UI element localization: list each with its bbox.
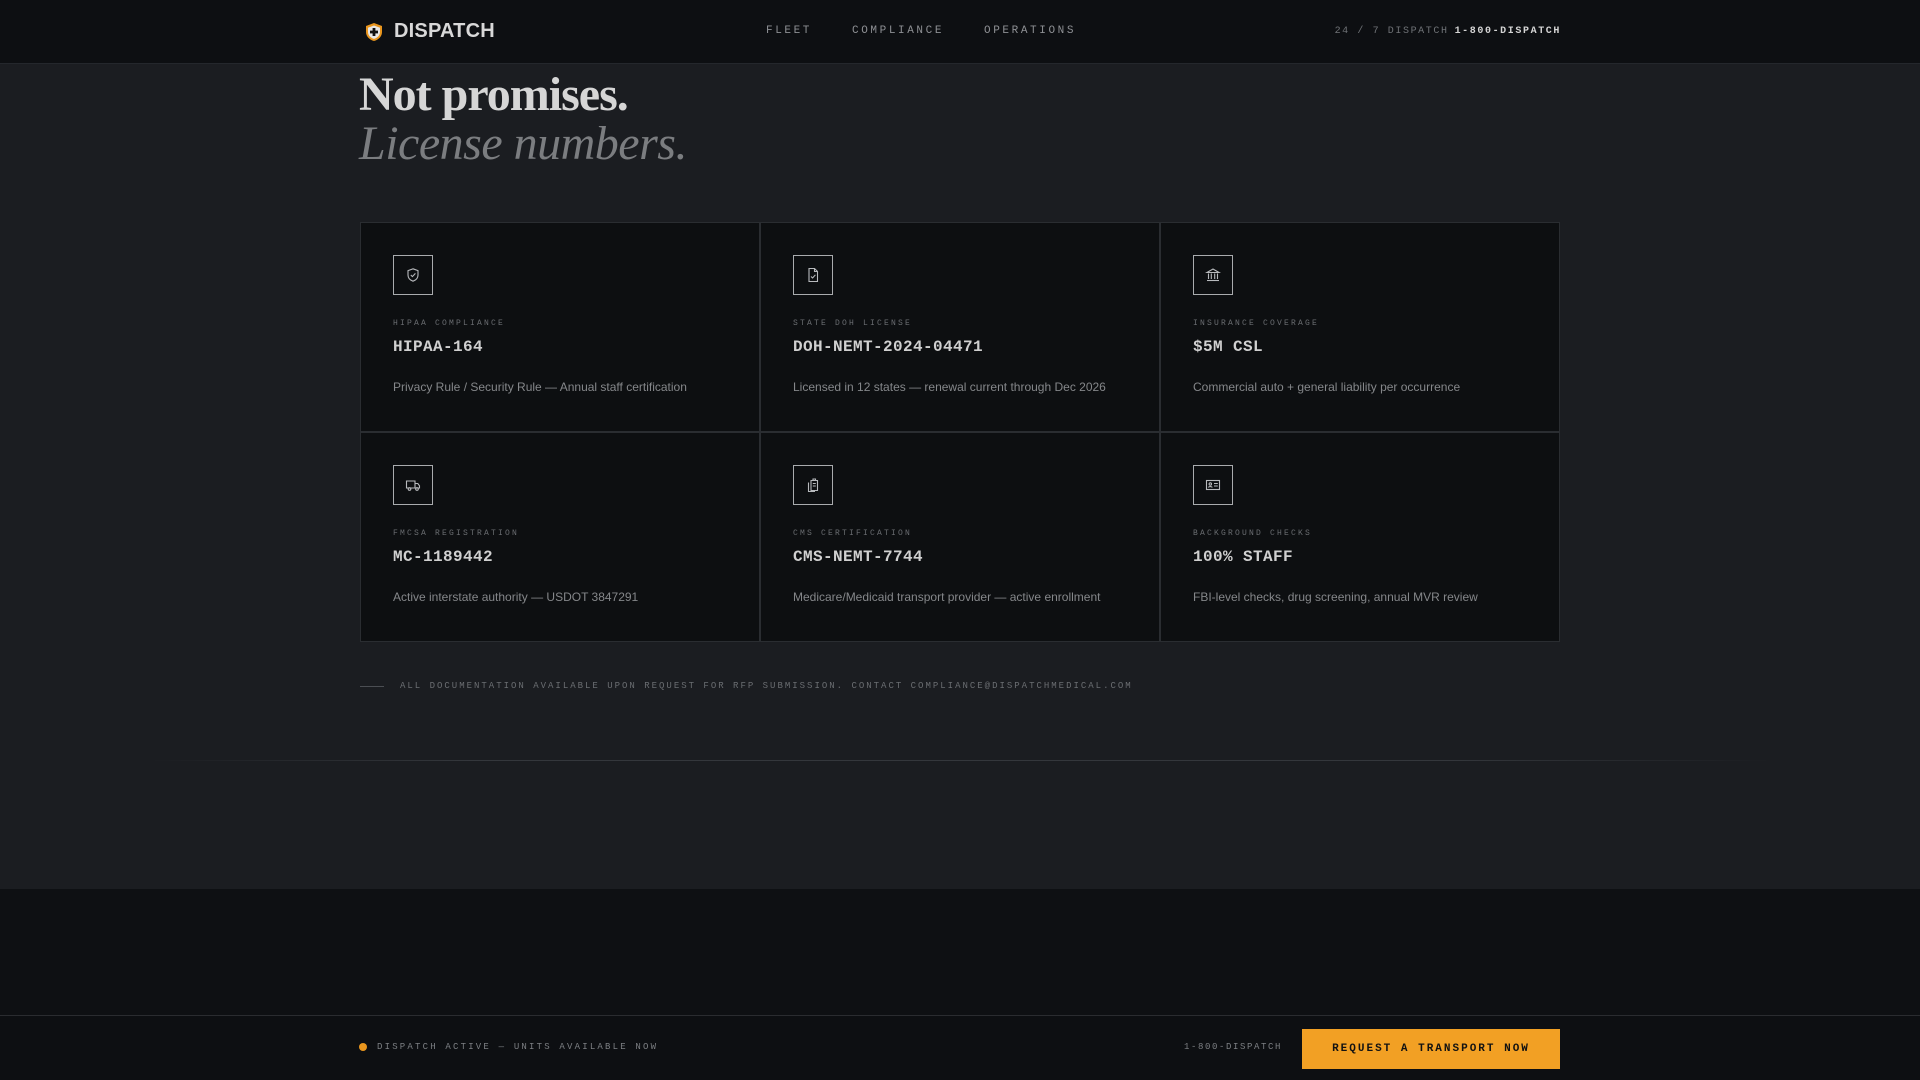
card-label: CMS CERTIFICATION: [793, 529, 913, 538]
nav-links: FLEET COMPLIANCE OPERATIONS: [766, 25, 1076, 37]
card-description: Licensed in 12 states — renewal current …: [793, 380, 1106, 394]
nav-link-operations[interactable]: OPERATIONS: [984, 25, 1076, 37]
credential-card-background: BACKGROUND CHECKS 100% STAFF FBI-level c…: [1161, 433, 1559, 641]
card-description: FBI-level checks, drug screening, annual…: [1193, 590, 1478, 604]
documentation-note: ALL DOCUMENTATION AVAILABLE UPON REQUEST…: [360, 681, 1133, 691]
card-label: BACKGROUND CHECKS: [1193, 529, 1313, 538]
card-description: Medicare/Medicaid transport provider — a…: [793, 590, 1101, 604]
card-description: Active interstate authority — USDOT 3847…: [393, 590, 639, 604]
credential-card-hipaa: HIPAA COMPLIANCE HIPAA-164 Privacy Rule …: [361, 223, 759, 431]
credential-card-insurance: INSURANCE COVERAGE $5M CSL Commercial au…: [1161, 223, 1559, 431]
nav-phone[interactable]: 24 / 7 DISPATCH 1-800-DISPATCH: [1335, 26, 1561, 37]
medical-shield-icon: [364, 22, 384, 42]
card-value: HIPAA-164: [393, 338, 484, 356]
note-text[interactable]: ALL DOCUMENTATION AVAILABLE UPON REQUEST…: [400, 681, 1133, 691]
sticky-bottom-bar: DISPATCH ACTIVE — UNITS AVAILABLE NOW 1-…: [0, 1015, 1920, 1080]
brand-logo[interactable]: DISPATCH: [364, 20, 495, 43]
card-label: INSURANCE COVERAGE: [1193, 319, 1320, 328]
truck-icon: [393, 465, 433, 505]
section-headline: Not promises. License numbers.: [359, 70, 687, 168]
headline-line-2: License numbers.: [359, 117, 687, 170]
bottom-phone-link[interactable]: 1-800-DISPATCH: [1184, 1042, 1282, 1052]
dispatch-status: DISPATCH ACTIVE — UNITS AVAILABLE NOW: [359, 1042, 658, 1052]
section-divider: [150, 760, 1770, 761]
card-value: DOH-NEMT-2024-04471: [793, 338, 984, 356]
nav-phone-number: 1-800-DISPATCH: [1454, 26, 1561, 37]
shield-check-icon: [393, 255, 433, 295]
credential-card-doh: STATE DOH LICENSE DOH-NEMT-2024-04471 Li…: [761, 223, 1159, 431]
card-description: Privacy Rule / Security Rule — Annual st…: [393, 380, 687, 394]
note-divider-line: [360, 685, 384, 687]
top-nav: DISPATCH FLEET COMPLIANCE OPERATIONS 24 …: [0, 0, 1920, 64]
nav-link-compliance[interactable]: COMPLIANCE: [852, 25, 944, 37]
clipboard-copy-icon: [793, 465, 833, 505]
bank-building-icon: [1193, 255, 1233, 295]
document-check-icon: [793, 255, 833, 295]
credential-card-cms: CMS CERTIFICATION CMS-NEMT-7744 Medicare…: [761, 433, 1159, 641]
request-transport-button[interactable]: REQUEST A TRANSPORT NOW: [1302, 1029, 1560, 1069]
card-value: $5M CSL: [1193, 338, 1264, 356]
credentials-grid: HIPAA COMPLIANCE HIPAA-164 Privacy Rule …: [360, 222, 1560, 642]
id-card-icon: [1193, 465, 1233, 505]
nav-phone-prefix: 24 / 7 DISPATCH: [1334, 26, 1449, 37]
card-label: STATE DOH LICENSE: [793, 319, 913, 328]
headline-line-1: Not promises.: [359, 68, 629, 121]
nav-link-fleet[interactable]: FLEET: [766, 25, 812, 37]
card-label: FMCSA REGISTRATION: [393, 529, 520, 538]
card-value: MC-1189442: [393, 548, 494, 566]
brand-name: DISPATCH: [394, 20, 495, 42]
card-label: HIPAA COMPLIANCE: [393, 319, 506, 328]
status-text: DISPATCH ACTIVE — UNITS AVAILABLE NOW: [377, 1042, 659, 1052]
card-value: 100% STAFF: [1193, 548, 1294, 566]
card-description: Commercial auto + general liability per …: [1193, 380, 1461, 394]
card-value: CMS-NEMT-7744: [793, 548, 924, 566]
status-dot-icon: [359, 1043, 367, 1051]
credential-card-fmcsa: FMCSA REGISTRATION MC-1189442 Active int…: [361, 433, 759, 641]
